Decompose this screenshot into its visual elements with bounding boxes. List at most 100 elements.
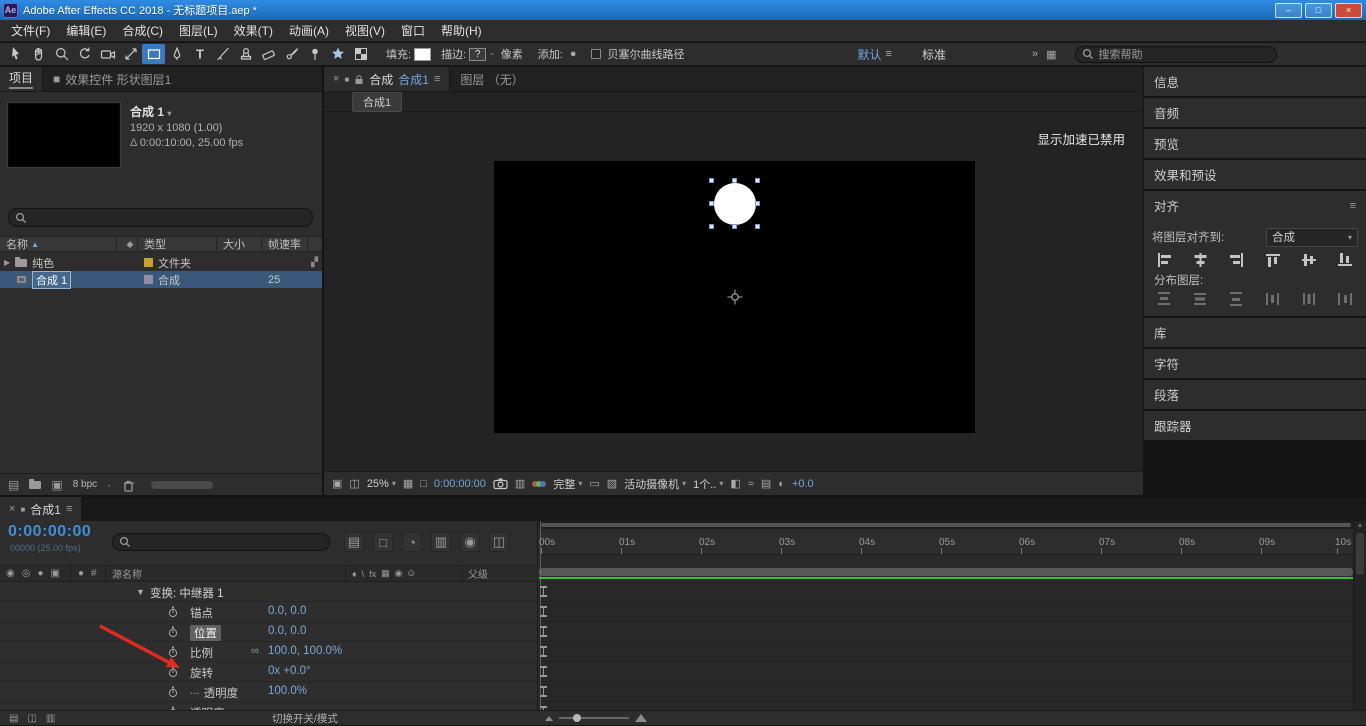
caret-down-icon[interactable]: ▾ [167,109,171,118]
panel-align[interactable]: 对齐 ≡ [1144,191,1366,220]
eraser-tool[interactable] [257,44,280,64]
column-source-name[interactable]: 源名称 [106,566,346,581]
workspace-grid-icon[interactable]: ▦ [1046,48,1056,61]
motion-blur-icon[interactable]: ◉ [460,532,480,552]
menu-edit[interactable]: 编辑(E) [58,22,114,39]
fast-previews-icon[interactable]: ≈ [748,478,754,490]
sound-icon[interactable]: ⊙ [408,568,416,579]
align-right-icon[interactable] [1229,253,1244,267]
property-row-position[interactable]: 位置 0.0, 0.0 [0,622,537,642]
rotation-tool[interactable] [73,44,96,64]
frame-blend-icon[interactable]: ▥ [431,532,451,552]
column-label-color[interactable]: ◆ [117,237,138,251]
property-row-anchor[interactable]: 锚点 0.0, 0.0 [0,602,537,622]
scrollbar-thumb[interactable] [1356,533,1364,575]
magnification-dropdown[interactable]: 25%▾ [367,478,396,490]
selection-tool[interactable] [4,44,27,64]
menu-file[interactable]: 文件(F) [3,22,58,39]
zoom-out-icon[interactable] [545,716,553,721]
help-search-field[interactable]: 搜索帮助 [1075,46,1277,63]
panel-menu-icon[interactable]: ≡ [1350,200,1356,212]
pixel-aspect-icon[interactable]: ◧ [730,477,740,490]
stopwatch-icon[interactable] [168,626,178,638]
panel-menu-icon[interactable]: ≡ [434,73,440,85]
current-time-indicator[interactable] [540,521,541,710]
work-area-bar[interactable] [539,568,1353,576]
workspace-menu-icon[interactable]: ≡ [886,48,892,60]
property-row-opacity[interactable]: ...透明度 100.0% [0,682,537,702]
tab-project[interactable]: 项目 [0,67,43,91]
timeline-vertical-scrollbar[interactable]: ▲ [1353,521,1366,710]
distribute-right-icon[interactable] [1338,292,1353,306]
zoom-slider-thumb[interactable] [573,714,581,722]
workspace-tab-default[interactable]: 默认 [858,46,882,63]
panel-info[interactable]: 信息 [1144,67,1366,96]
menu-animation[interactable]: 动画(A) [281,22,337,39]
lock-icon[interactable]: ▣ [51,568,60,579]
hand-tool[interactable] [27,44,50,64]
label-color-icon[interactable]: ● [78,568,84,579]
resolution-dropdown[interactable]: 完整▾ [553,476,582,492]
property-row-scale[interactable]: 比例 ∞ 100.0, 100.0% [0,642,537,662]
twirl-down-icon[interactable]: ▼ [136,587,145,597]
menu-effect[interactable]: 效果(T) [226,22,281,39]
comp-navigator-chip[interactable]: 合成1 [352,92,402,112]
tab-layer[interactable]: 图层 （无） [450,67,533,91]
quality-icon[interactable]: ♦ [352,569,357,579]
toggle-in-out-icon[interactable]: ▥ [46,713,55,724]
eye-icon[interactable]: ◉ [6,568,15,579]
mask-visibility-icon[interactable]: □ [420,478,427,490]
selection-handle[interactable] [755,224,760,229]
clone-stamp-tool[interactable] [234,44,257,64]
stopwatch-icon[interactable] [168,666,178,678]
anchor-point-icon[interactable] [727,289,743,305]
project-row-solids[interactable]: ▶ 纯色 文件夹 ▞ [0,254,322,271]
shape-ellipse[interactable] [714,183,756,225]
roto-brush-tool[interactable] [280,44,303,64]
zoom-tool[interactable] [50,44,73,64]
composition-thumbnail[interactable] [8,103,120,167]
time-navigator[interactable] [539,521,1353,529]
new-composition-icon[interactable]: ▣ [51,478,62,492]
show-snapshot-icon[interactable]: ▥ [515,477,525,490]
expand-icon[interactable]: ▶ [4,258,10,267]
tool-creates-shape-icon[interactable] [326,44,349,64]
hide-shy-layers-icon[interactable]: ◔ [402,532,422,552]
minimize-button[interactable]: – [1275,3,1302,18]
type-tool[interactable]: T [188,44,211,64]
graph-editor-icon[interactable]: ◫ [489,532,509,552]
menu-window[interactable]: 窗口 [393,22,433,39]
stroke-swatch[interactable]: ? [469,48,486,61]
fill-swatch[interactable] [414,48,431,61]
time-navigator-bar[interactable] [541,523,1351,527]
puppet-pin-tool[interactable] [303,44,326,64]
bit-depth[interactable]: 8 bpc [73,479,97,490]
align-top-icon[interactable] [1266,253,1281,267]
property-row-partial[interactable]: 透明度 [0,702,537,710]
transparency-grid-icon[interactable]: ▨ [607,477,617,490]
selection-handle[interactable] [709,201,714,206]
property-value[interactable]: 0x +0.0° [268,665,311,677]
align-v-center-icon[interactable] [1302,253,1317,267]
expos​ure-value[interactable]: +0.0 [792,478,814,490]
constrain-proportions-icon[interactable]: ∞ [251,645,259,657]
panel-libraries[interactable]: 库 [1144,318,1366,347]
toggle-switches-modes-button[interactable]: 切换开关/模式 [272,711,338,726]
time-ruler[interactable]: 00s 01s 02s 03s 04s 05s 06s 07s 08s 09s … [539,529,1353,555]
horizontal-scrollbar[interactable] [151,481,213,489]
work-area[interactable] [539,555,1353,582]
solo-icon[interactable]: ● [37,568,43,579]
column-framerate[interactable]: 帧速率 [262,237,308,251]
panel-menu-icon[interactable]: ≡ [66,503,72,515]
align-left-icon[interactable] [1157,253,1172,267]
composition-viewport[interactable] [494,161,975,433]
property-row-rotation[interactable]: 旋转 0x +0.0° [0,662,537,682]
selection-handle[interactable] [732,178,737,183]
tab-composition[interactable]: × ■ 合成 合成1 ≡ [324,67,450,91]
stopwatch-icon[interactable] [168,646,178,658]
bezier-path-checkbox[interactable] [591,49,601,59]
timeline-search-field[interactable] [112,533,330,551]
align-to-dropdown[interactable]: 合成▾ [1266,228,1358,247]
panel-effects-presets[interactable]: 效果和预设 [1144,160,1366,189]
mini-flowchart-icon[interactable]: ▤ [761,477,771,490]
